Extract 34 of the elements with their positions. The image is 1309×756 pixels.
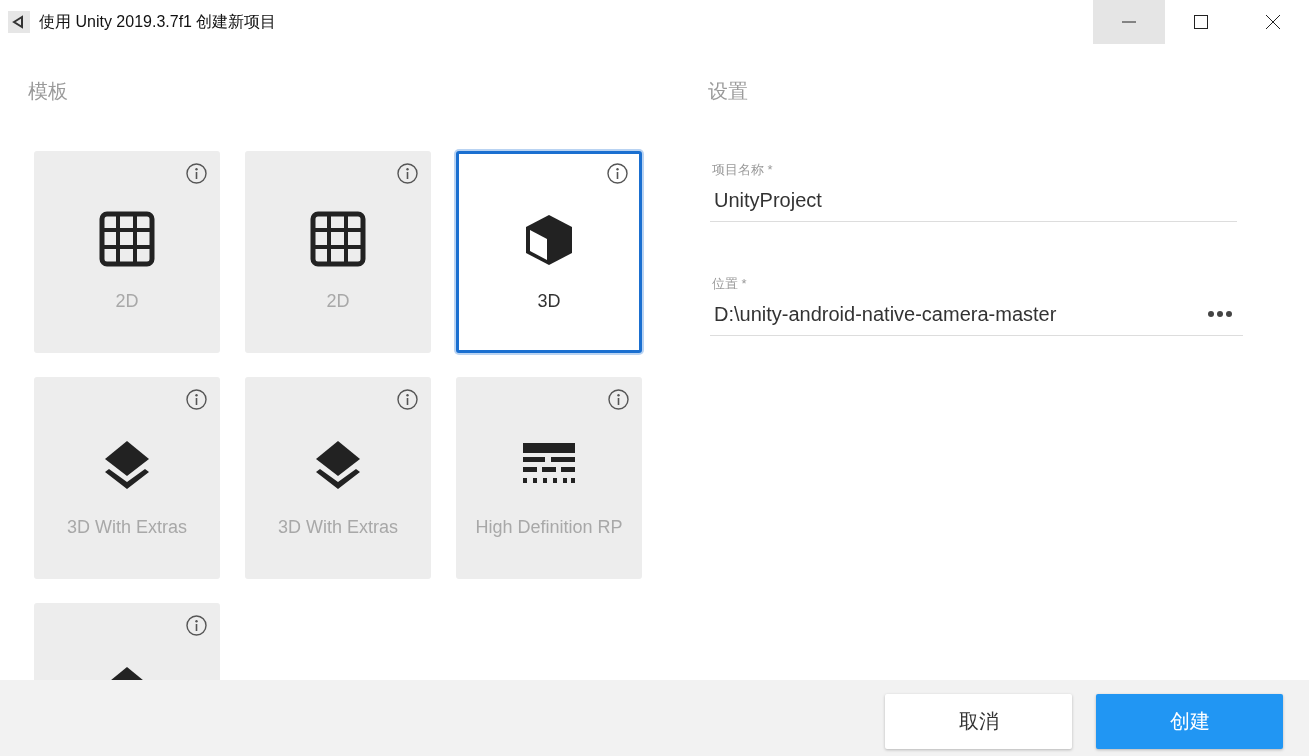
cancel-button[interactable]: 取消 xyxy=(885,693,1072,749)
grid-icon xyxy=(310,211,366,267)
info-icon[interactable] xyxy=(186,615,207,636)
create-button[interactable]: 创建 xyxy=(1096,693,1283,749)
template-label: 3D With Extras xyxy=(66,516,188,539)
template-label: 3D xyxy=(536,290,562,313)
section-heading: 设置 xyxy=(708,79,748,104)
maximize-icon xyxy=(1194,15,1208,29)
template-card[interactable]: High Definition RP xyxy=(456,377,642,579)
info-icon[interactable] xyxy=(397,389,418,410)
info-icon[interactable] xyxy=(397,163,418,184)
template-label: 3D With Extras xyxy=(277,516,399,539)
unity-logo-icon xyxy=(8,11,30,33)
template-card[interactable]: 3D With Extras xyxy=(34,377,220,579)
template-label: 2D xyxy=(114,290,140,313)
grid-icon xyxy=(99,211,155,267)
more-icon xyxy=(1207,310,1233,318)
template-card[interactable]: 2D xyxy=(34,151,220,353)
template-card[interactable]: 3D xyxy=(456,151,642,353)
input-field[interactable]: UnityProject xyxy=(710,188,1237,212)
info-icon[interactable] xyxy=(607,163,628,184)
info-icon[interactable] xyxy=(186,163,207,184)
field-label: 位置 * xyxy=(712,275,748,293)
field-label: 项目名称 * xyxy=(712,161,774,179)
close-icon xyxy=(1265,14,1281,30)
path-field[interactable]: D:\unity-android-native-camera-master xyxy=(710,302,1201,326)
info-icon[interactable] xyxy=(186,389,207,410)
template-card[interactable]: 3D With Extras xyxy=(245,377,431,579)
template-label: High Definition RP xyxy=(474,516,624,539)
template-card[interactable]: 2D xyxy=(245,151,431,353)
section-heading: 模板 xyxy=(28,79,68,104)
template-label: 2D xyxy=(325,290,351,313)
info-icon[interactable] xyxy=(608,389,629,410)
window-title: 使用 Unity 2019.3.7f1 创建新项目 xyxy=(39,11,278,32)
